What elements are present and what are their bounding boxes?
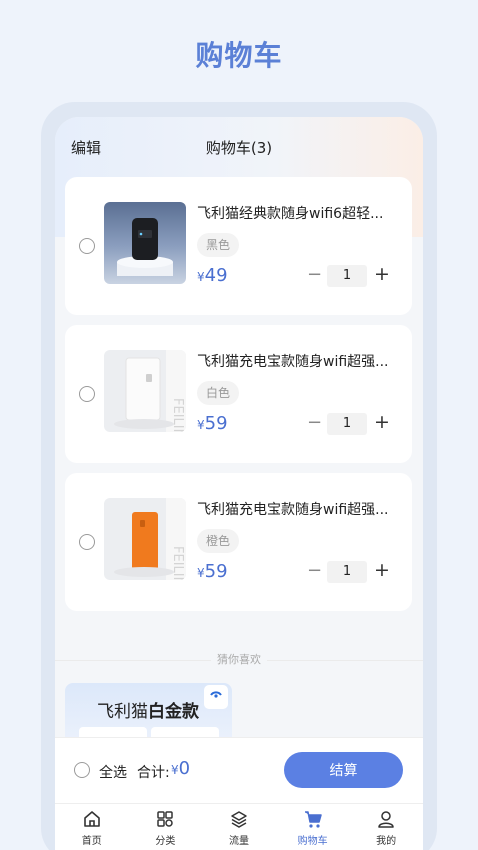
quantity-field[interactable]: 1	[327, 561, 367, 583]
tab-profile[interactable]: 我的	[349, 804, 423, 850]
svg-text:FEILIMAO: FEILIMAO	[170, 546, 185, 580]
quantity-stepper: − 1 +	[307, 263, 391, 287]
tab-label: 首页	[81, 836, 102, 847]
nav-title: 购物车(3)	[205, 139, 273, 157]
increase-button[interactable]: +	[374, 559, 390, 581]
product-name[interactable]: 飞利猫经典款随身wifi6超轻...	[197, 203, 393, 223]
total-label: 合计:	[137, 765, 170, 781]
cart-item[interactable]: 飞利猫经典款随身wifi6超轻... 黑色 ¥49 − 1 +	[65, 177, 412, 315]
select-all-radio[interactable]	[74, 762, 90, 778]
currency-symbol: ¥	[197, 418, 205, 432]
total-amount: ¥0	[171, 758, 190, 779]
tab-label: 分类	[155, 836, 176, 847]
layers-icon	[231, 811, 247, 828]
checkout-button[interactable]: 结算	[284, 752, 403, 788]
product-image[interactable]	[104, 202, 186, 284]
phone-screen: 编辑 购物车(3) 飞利猫经典款随身wifi6超轻... 黑色 ¥49 − 1 …	[55, 117, 423, 850]
recommend-card-title: 飞利猫白金款	[97, 697, 199, 722]
currency-symbol: ¥	[197, 270, 205, 284]
variant-chip[interactable]: 橙色	[197, 529, 240, 553]
product-price: ¥59	[197, 413, 228, 434]
tab-label: 购物车	[297, 836, 328, 847]
cart-item[interactable]: FEILIMAO 飞利猫充电宝款随身wifi超强... 橙色 ¥59 − 1 +	[65, 473, 412, 611]
device-black-icon	[117, 218, 173, 276]
decrease-button[interactable]: −	[307, 560, 322, 581]
variant-chip[interactable]: 白色	[197, 381, 240, 405]
decrease-button[interactable]: −	[307, 412, 322, 433]
product-name[interactable]: 飞利猫充电宝款随身wifi超强...	[197, 499, 393, 519]
recommend-label: 猜你喜欢	[211, 653, 267, 666]
tab-home[interactable]: 首页	[55, 804, 129, 850]
tab-cart[interactable]: 购物车	[276, 804, 350, 850]
product-image[interactable]: FEILIMAO	[104, 498, 186, 580]
price-value: 59	[204, 561, 228, 582]
recommend-title-prefix: 飞利猫	[97, 702, 148, 722]
currency-symbol: ¥	[197, 566, 205, 580]
decrease-button[interactable]: −	[307, 264, 322, 285]
svg-text:FEILIMAO: FEILIMAO	[170, 398, 185, 432]
page-heading: 购物车	[195, 39, 283, 72]
recommend-heading: 猜你喜欢	[55, 651, 423, 667]
quantity-stepper: − 1 +	[307, 411, 391, 435]
quantity-field[interactable]: 1	[327, 413, 367, 435]
increase-button[interactable]: +	[374, 263, 390, 285]
price-value: 49	[204, 265, 228, 286]
item-select-radio[interactable]	[79, 534, 95, 550]
tab-bar: 首页 分类 流量 购物车 我的	[55, 803, 423, 850]
user-icon	[378, 811, 394, 828]
checkout-bar: 全选 合计: ¥0 结算	[55, 737, 423, 803]
total-value: 0	[178, 758, 191, 779]
item-select-radio[interactable]	[79, 238, 95, 254]
variant-chip[interactable]: 黑色	[197, 233, 240, 257]
currency-symbol: ¥	[171, 763, 179, 777]
brand-logo-icon	[204, 685, 228, 709]
quantity-stepper: − 1 +	[307, 559, 391, 583]
tab-label: 我的	[376, 836, 397, 847]
tab-data[interactable]: 流量	[202, 804, 276, 850]
topbar: 编辑 购物车(3)	[55, 133, 423, 159]
select-all-label[interactable]: 全选	[99, 762, 127, 782]
product-price: ¥59	[197, 561, 228, 582]
price-value: 59	[204, 413, 228, 434]
item-select-radio[interactable]	[79, 386, 95, 402]
product-name[interactable]: 飞利猫充电宝款随身wifi超强...	[197, 351, 393, 371]
cart-item[interactable]: FEILIMAO 飞利猫充电宝款随身wifi超强... 白色 ¥59 − 1 +	[65, 325, 412, 463]
quantity-field[interactable]: 1	[327, 265, 367, 287]
wifi-icon	[210, 691, 222, 698]
device-white-icon: FEILIMAO	[114, 350, 186, 432]
cart-icon	[304, 811, 322, 828]
tab-category[interactable]: 分类	[129, 804, 203, 850]
recommend-title-bold: 白金款	[148, 702, 199, 722]
tab-label: 流量	[228, 836, 249, 847]
increase-button[interactable]: +	[374, 411, 390, 433]
home-icon	[83, 811, 100, 827]
product-image[interactable]: FEILIMAO	[104, 350, 186, 432]
device-orange-icon: FEILIMAO	[114, 498, 186, 580]
category-icon	[157, 811, 174, 827]
product-price: ¥49	[197, 265, 228, 286]
